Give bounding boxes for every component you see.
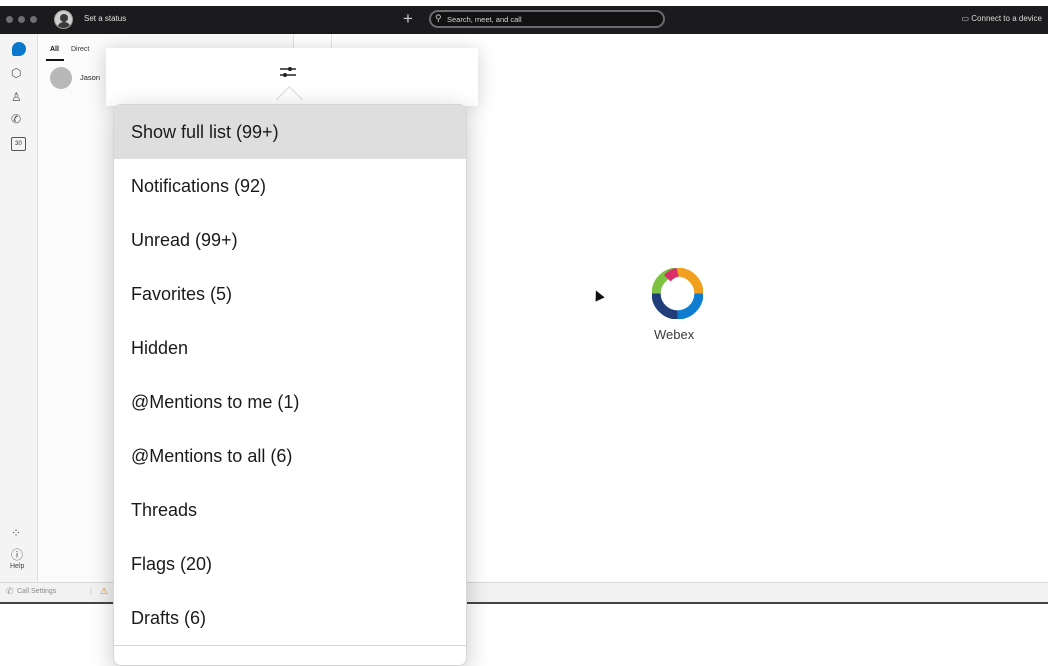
- connect-label: Connect to a device: [971, 14, 1042, 23]
- contact-avatar[interactable]: [50, 67, 72, 89]
- help-icon[interactable]: ⓘ: [11, 546, 23, 563]
- contact-name[interactable]: Jason: [80, 73, 100, 82]
- active-tab-indicator: [46, 59, 64, 61]
- filter-icon[interactable]: [279, 64, 297, 80]
- menu-item-show-full-list[interactable]: Show full list (99+): [114, 105, 466, 159]
- menu-divider: [114, 645, 466, 646]
- nav-rail: ⬡ ♙ ✆ 30 ⁘ ⓘ Help: [0, 34, 38, 582]
- set-status-button[interactable]: Set a status: [84, 14, 126, 23]
- menu-item-drafts[interactable]: Drafts (6): [114, 591, 466, 645]
- close-window-button[interactable]: [6, 16, 13, 23]
- warning-icon[interactable]: ⚠: [100, 586, 108, 597]
- messaging-icon[interactable]: [12, 42, 26, 56]
- menu-item-hidden[interactable]: Hidden: [114, 321, 466, 375]
- filter-menu: Show full list (99+) Notifications (92) …: [113, 104, 467, 666]
- cast-icon: ▭: [961, 14, 972, 23]
- apps-icon[interactable]: ⁘: [11, 526, 21, 540]
- webex-logo: [652, 268, 703, 319]
- call-settings-icon: ✆: [6, 586, 14, 596]
- menu-item-threads[interactable]: Threads: [114, 483, 466, 537]
- teams-icon[interactable]: ⬡: [11, 66, 21, 80]
- connect-to-device-button[interactable]: ▭ Connect to a device: [962, 14, 1043, 23]
- menu-item-unread[interactable]: Unread (99+): [114, 213, 466, 267]
- calling-icon[interactable]: ✆: [11, 112, 21, 126]
- menu-item-mentions-to-me[interactable]: @Mentions to me (1): [114, 375, 466, 429]
- menu-item-mentions-to-all[interactable]: @Mentions to all (6): [114, 429, 466, 483]
- webex-logo-text: Webex: [654, 327, 695, 342]
- user-avatar[interactable]: [54, 10, 73, 29]
- maximize-window-button[interactable]: [30, 16, 37, 23]
- title-bar: Set a status + ⚲ Search, meet, and call …: [0, 6, 1048, 34]
- contacts-icon[interactable]: ♙: [11, 90, 22, 104]
- new-item-button[interactable]: +: [403, 9, 413, 29]
- window-controls[interactable]: [6, 16, 37, 23]
- menu-item-favorites[interactable]: Favorites (5): [114, 267, 466, 321]
- menu-item-notifications[interactable]: Notifications (92): [114, 159, 466, 213]
- tab-all[interactable]: All: [50, 46, 59, 53]
- calendar-icon[interactable]: 30: [11, 137, 26, 151]
- call-settings-button[interactable]: Call Settings: [17, 588, 56, 595]
- tab-direct[interactable]: Direct: [71, 46, 89, 53]
- status-separator: |: [90, 588, 92, 595]
- help-label[interactable]: Help: [10, 563, 24, 570]
- menu-item-flags[interactable]: Flags (20): [114, 537, 466, 591]
- search-placeholder: Search, meet, and call: [447, 15, 522, 24]
- search-icon: ⚲: [435, 13, 442, 23]
- minimize-window-button[interactable]: [18, 16, 25, 23]
- search-input[interactable]: ⚲ Search, meet, and call: [429, 10, 665, 28]
